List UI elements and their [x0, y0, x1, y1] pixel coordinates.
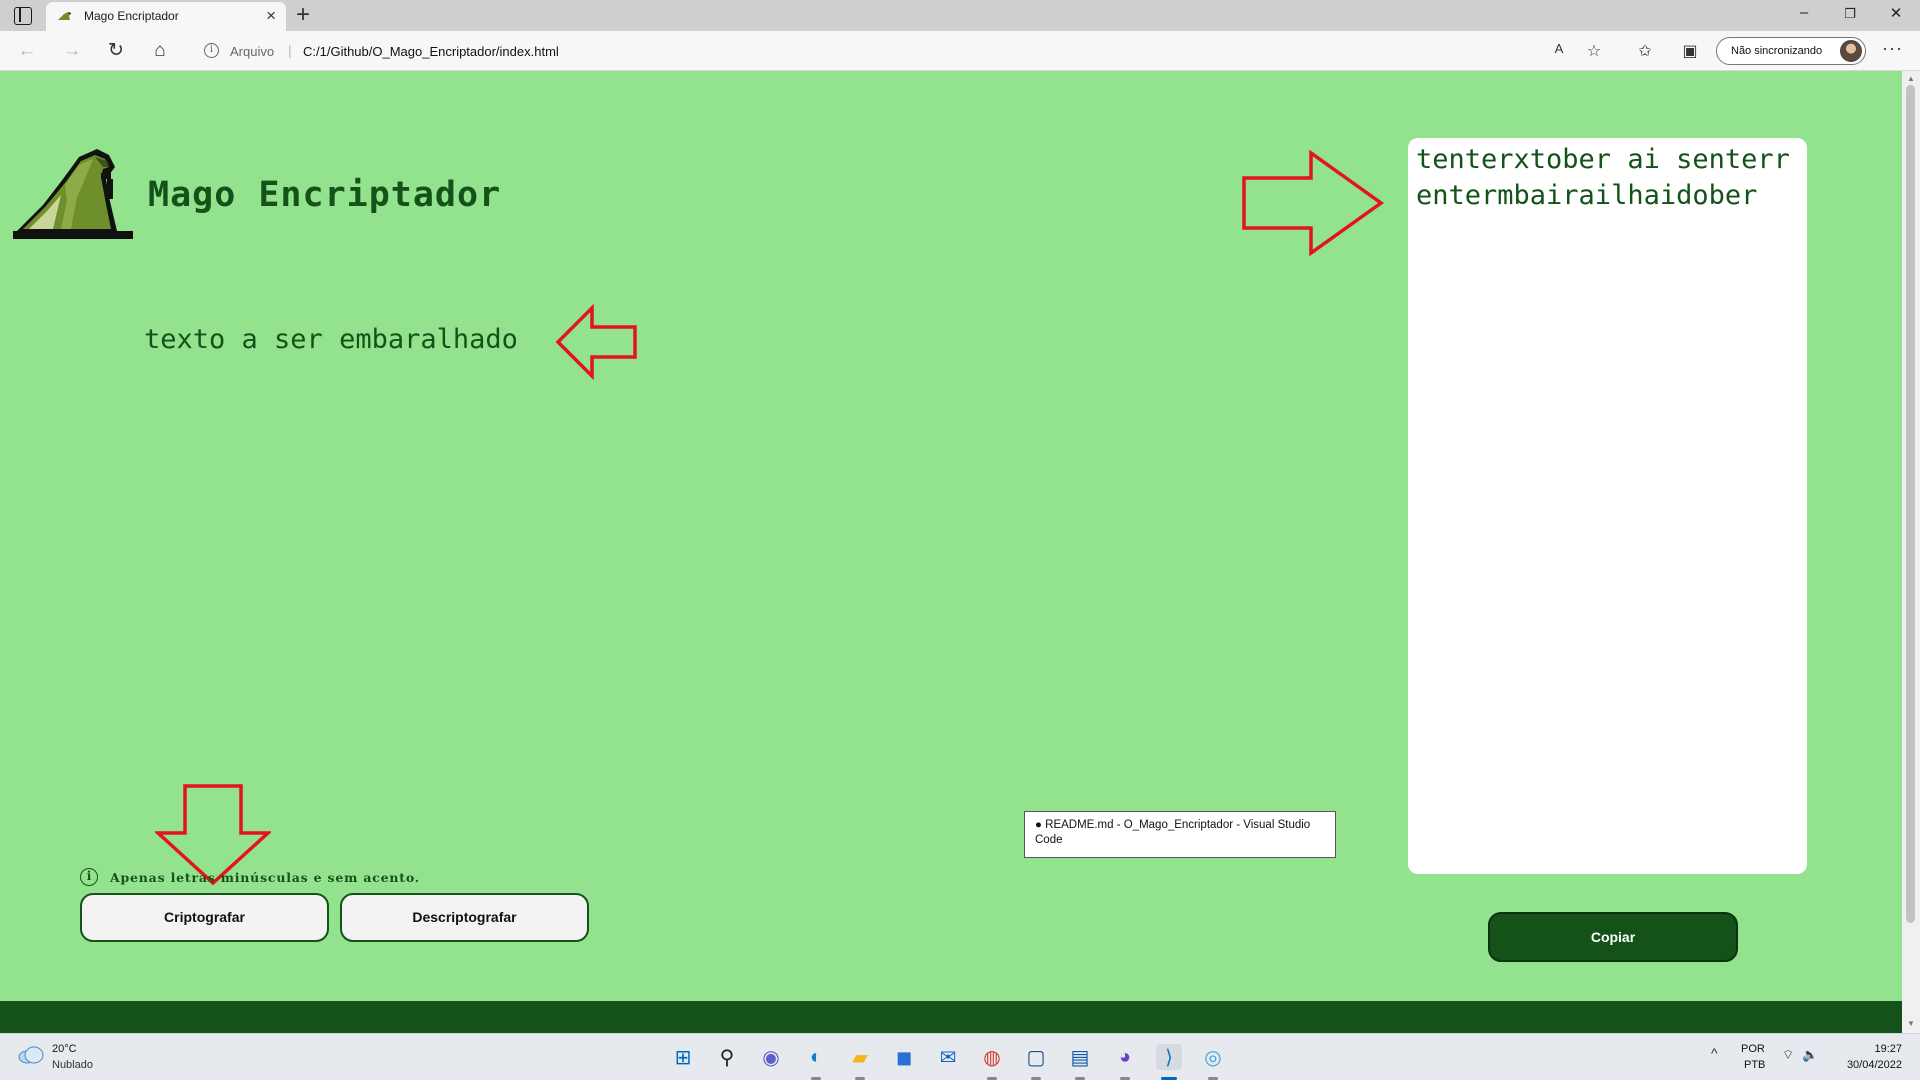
minimize-button[interactable]: –	[1794, 4, 1814, 21]
taskbar-tooltip: ● README.md - O_Mago_Encriptador - Visua…	[1024, 811, 1336, 858]
page-footer	[0, 1001, 1902, 1033]
chrome-icon[interactable]: ◍	[979, 1044, 1005, 1070]
back-icon[interactable]: ←	[16, 40, 38, 62]
tab-title: Mago Encriptador	[84, 9, 179, 23]
encrypted-output-text: tenterxtober ai senterrentermbairailhaid…	[1416, 144, 1790, 211]
page-scrollbar[interactable]: ▲ ▼	[1902, 71, 1920, 1033]
file-explorer-icon[interactable]: ▰	[847, 1044, 873, 1070]
home-icon[interactable]: ⌂	[149, 40, 171, 62]
edge-browser-icon[interactable]: ◐	[803, 1044, 829, 1070]
vscode-icon[interactable]: ⟩	[1156, 1044, 1182, 1070]
scroll-down-icon[interactable]: ▼	[1907, 1019, 1915, 1028]
url-text[interactable]: C:/1/Github/O_Mago_Encriptador/index.htm…	[303, 44, 559, 59]
weather-temperature[interactable]: 20°C	[52, 1043, 77, 1055]
app-page: Mago Encriptador texto a ser embaralhado…	[0, 71, 1902, 1033]
close-window-button[interactable]: ✕	[1886, 4, 1906, 22]
wifi-icon[interactable]: ⌔	[1782, 1047, 1794, 1063]
cloud-weather-icon[interactable]	[18, 1046, 44, 1064]
favorites-icon[interactable]: ✩	[1634, 41, 1656, 61]
windows-start-icon[interactable]: ⊞	[670, 1044, 696, 1070]
forward-icon[interactable]: →	[61, 40, 83, 62]
wizard-hat-favicon-icon	[58, 12, 71, 20]
wizard-hat-logo-icon	[13, 149, 133, 239]
decrypt-button[interactable]: Descriptografar	[340, 893, 589, 942]
hint-text: Apenas letras minúsculas e sem acento.	[110, 870, 420, 885]
mail-icon[interactable]: ✉	[935, 1044, 961, 1070]
search-icon[interactable]: ⚲	[714, 1044, 740, 1070]
plain-text-input[interactable]: texto a ser embaralhado	[144, 322, 544, 362]
encrypt-button[interactable]: Criptografar	[80, 893, 329, 942]
scroll-up-icon[interactable]: ▲	[1907, 74, 1915, 83]
input-language[interactable]: POR	[1741, 1043, 1765, 1055]
volume-icon[interactable]: 🔈	[1802, 1047, 1818, 1063]
clock-date[interactable]: 30/04/2022	[1832, 1059, 1902, 1071]
browser-toolbar: ← → ↻ ⌂ i Arquivo | C:/1/Github/O_Mago_E…	[0, 31, 1920, 71]
avatar	[1840, 40, 1862, 62]
sync-status-label: Não sincronizando	[1731, 45, 1823, 57]
weather-condition[interactable]: Nublado	[52, 1059, 93, 1071]
output-panel[interactable]: tenterxtober ai senterrentermbairailhaid…	[1408, 138, 1807, 874]
show-hidden-icons-chevron-icon[interactable]: ^	[1711, 1045, 1718, 1061]
photos-app-icon[interactable]: ▤	[1067, 1044, 1093, 1070]
collections-icon[interactable]: ▣	[1679, 41, 1701, 61]
left-arrow-annotation-icon	[555, 304, 637, 380]
restore-button[interactable]: ❐	[1840, 6, 1860, 22]
tab-close-icon[interactable]: ×	[266, 6, 276, 26]
site-info-icon[interactable]: i	[204, 43, 219, 58]
right-arrow-annotation-icon	[1242, 150, 1385, 256]
reload-icon[interactable]: ↻	[105, 40, 127, 62]
keyboard-layout[interactable]: PTB	[1744, 1059, 1765, 1071]
windows-taskbar: 20°C Nublado ⊞ ⚲ ◉ ◐ ▰ ◼ ✉ ◍ ▢ ▤ ◕ ⟩ ◎ ^ POR PTB ⌔ 🔈…	[0, 1033, 1920, 1080]
microsoft-store-icon[interactable]: ◼	[891, 1044, 917, 1070]
github-desktop-icon[interactable]: ◕	[1112, 1044, 1138, 1070]
info-icon: i	[80, 868, 98, 886]
scrollbar-thumb[interactable]	[1906, 85, 1915, 923]
bracket-app-icon[interactable]: ▢	[1023, 1044, 1049, 1070]
browser-tab[interactable]: Mago Encriptador ×	[46, 2, 286, 31]
copy-button[interactable]: Copiar	[1488, 912, 1738, 962]
add-favorite-icon[interactable]: ☆	[1583, 41, 1605, 61]
page-title: Mago Encriptador	[148, 175, 502, 215]
profile-sync-button[interactable]: Não sincronizando	[1716, 37, 1866, 65]
new-tab-button[interactable]: +	[296, 2, 310, 28]
more-options-icon[interactable]: ···	[1882, 38, 1903, 59]
tab-actions-icon[interactable]	[14, 7, 32, 25]
url-separator: |	[288, 42, 292, 58]
address-bar[interactable]: i Arquivo | C:/1/Github/O_Mago_Encriptad…	[190, 36, 1480, 66]
network-globe-icon[interactable]: ◎	[1200, 1044, 1226, 1070]
read-aloud-icon[interactable]: A	[1548, 41, 1570, 56]
url-scheme-label: Arquivo	[230, 44, 275, 59]
browser-tab-bar: Mago Encriptador × + – ❐ ✕	[0, 0, 1920, 31]
teams-chat-icon[interactable]: ◉	[758, 1044, 784, 1070]
clock-time[interactable]: 19:27	[1872, 1043, 1902, 1055]
